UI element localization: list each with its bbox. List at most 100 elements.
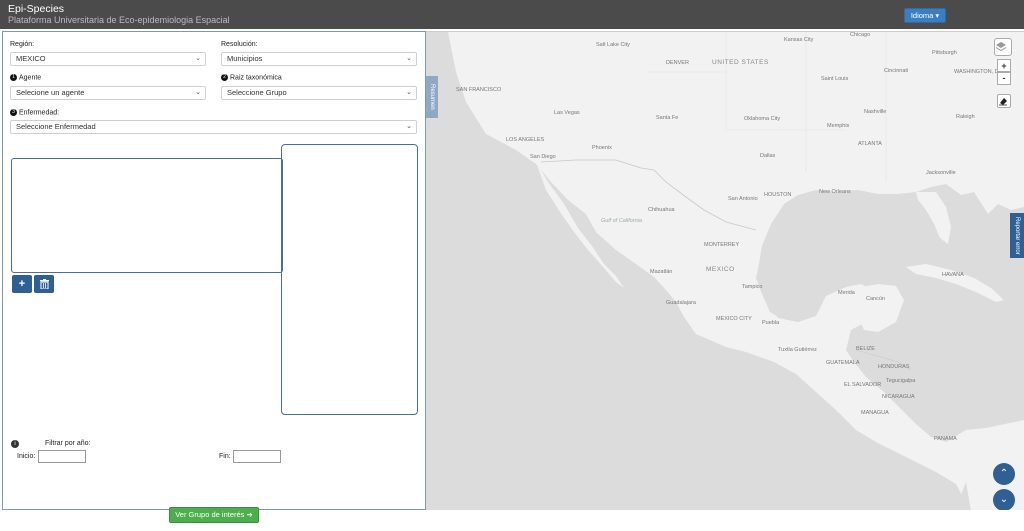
- region-label: Región:: [10, 41, 35, 48]
- zoom-out-button[interactable]: -: [997, 72, 1011, 85]
- map-label-atlanta: ATLANTA: [858, 141, 882, 147]
- map-label-mexico-city: MEXICO CITY: [716, 316, 752, 322]
- scroll-up-button[interactable]: ⌃: [993, 463, 1015, 485]
- map-label-tuxtla: Tuxtla Gutiérrez: [778, 347, 817, 353]
- taxon-label-text: Raiz taxonómica: [230, 74, 282, 82]
- map-label-monterrey: MONTERREY: [704, 242, 740, 248]
- taxon-label: 2 Raiz taxonómica: [221, 74, 282, 81]
- disease-label: 3 Enfermedad:: [10, 109, 59, 116]
- map-label-san-diego: San Diego: [530, 154, 556, 160]
- clear-selection-button[interactable]: [997, 94, 1011, 108]
- region-select[interactable]: MEXICO ⌄: [10, 52, 206, 66]
- view-group-button[interactable]: Ver Grupo de interés ➔: [169, 507, 259, 523]
- step-number-badge: 1: [10, 74, 17, 81]
- map-label-nashville: Nashville: [864, 109, 887, 115]
- trash-icon: [39, 279, 49, 290]
- chevron-down-icon: ⌄: [406, 123, 412, 130]
- map-label-merida: Merida: [838, 290, 855, 296]
- map-label-washington: WASHINGTON, DC: [954, 69, 1003, 75]
- end-year-input[interactable]: [233, 450, 281, 463]
- map-label-guadalajara: Guadalajara: [666, 300, 696, 306]
- map-label-united-states: UNITED STATES: [712, 59, 769, 66]
- step-number-badge: 3: [10, 109, 17, 116]
- report-error-tab[interactable]: Reportar error: [1010, 213, 1024, 258]
- map-label-tegucigalpa: Tegucigalpa: [886, 378, 916, 384]
- summary-side-tab[interactable]: Resumen: [426, 76, 438, 118]
- map-label-dallas: Dallas: [760, 153, 776, 159]
- agent-label-text: Agente: [19, 74, 42, 82]
- plus-icon: +: [18, 278, 26, 290]
- region-value: MEXICO: [16, 54, 46, 63]
- map-label-havana: HAVANA: [942, 272, 964, 278]
- agent-value: Selecione un agente: [16, 88, 85, 97]
- chevron-down-icon: ⌄: [195, 89, 201, 96]
- resolution-label: Resolución:: [221, 41, 258, 48]
- map-label-phoenix: Phoenix: [592, 145, 612, 151]
- taxonomy-tree-box[interactable]: [11, 158, 283, 273]
- chevron-down-icon: ⌄: [406, 89, 412, 96]
- start-year-label: Inicio:: [17, 453, 36, 460]
- map-label-chihuahua: Chihuahua: [648, 207, 675, 213]
- map-label-denver: DENVER: [666, 60, 689, 66]
- layers-button[interactable]: [994, 38, 1012, 56]
- map-label-saint-louis: Saint Louis: [821, 76, 849, 82]
- disease-value: Seleccione Enfermedad: [16, 122, 96, 131]
- map-label-houston: HOUSTON: [764, 192, 792, 198]
- map-label-panama: PANAMA: [934, 436, 957, 442]
- step-number-badge: 2: [221, 74, 228, 81]
- cuba: [906, 264, 1004, 302]
- selected-groups-list[interactable]: [281, 144, 418, 415]
- app-subtitle: Plataforma Universitaria de Eco-epidemio…: [8, 15, 230, 25]
- taxon-select[interactable]: Seleccione Grupo ⌄: [221, 86, 417, 100]
- end-year-label: Fin:: [219, 453, 231, 460]
- map-label-san-francisco: SAN FRANCISCO: [456, 87, 502, 93]
- chevron-up-icon: ⌃: [999, 468, 1009, 479]
- resolution-value: Municipios: [227, 54, 263, 63]
- taxon-value: Seleccione Grupo: [227, 88, 287, 97]
- map-label-guatemala: GUATEMALA: [826, 360, 860, 366]
- map-label-santa-fe: Santa Fe: [656, 115, 679, 121]
- agent-label: 1 Agente: [10, 74, 41, 81]
- eraser-icon: [999, 98, 1007, 106]
- delete-button[interactable]: [34, 275, 54, 293]
- map-label-salt-lake: Salt Lake City: [596, 42, 630, 48]
- app-title: Epi-Species: [8, 3, 65, 15]
- map-label-pittsburgh: Pittsburgh: [932, 50, 957, 56]
- map-label-oklahoma: Oklahoma City: [744, 116, 781, 122]
- layers-icon: [995, 42, 1007, 52]
- agent-select[interactable]: Selecione un agente ⌄: [10, 86, 206, 100]
- map-label-raleigh: Raleigh: [956, 114, 975, 120]
- map-label-kansas: Kansas City: [784, 37, 814, 43]
- caribbean-sea: [904, 330, 1024, 437]
- chevron-down-icon: ⌄: [999, 494, 1009, 505]
- map-label-las-vegas: Las Vegas: [554, 110, 580, 116]
- start-year-input[interactable]: [38, 450, 86, 463]
- chevron-down-icon: ⌄: [406, 55, 412, 62]
- top-navbar: Epi-Species Plataforma Universitaria de …: [0, 0, 1024, 29]
- language-dropdown-button[interactable]: Idioma ▾: [904, 8, 946, 23]
- map-label-gulf-of-california: Gulf of California: [601, 218, 642, 224]
- map-label-cincinnati: Cincinnati: [884, 68, 909, 74]
- resolution-select[interactable]: Municipios ⌄: [221, 52, 417, 66]
- info-icon[interactable]: i: [11, 440, 19, 448]
- map-label-puebla: Puebla: [762, 320, 780, 326]
- year-filter-label: Filtrar por año:: [45, 440, 91, 447]
- map-label-tampico: Tampico: [742, 284, 763, 290]
- map-label-nicaragua: NICARAGUA: [882, 394, 915, 400]
- add-button[interactable]: +: [12, 275, 32, 293]
- map-label-belize: BELIZE: [856, 346, 875, 352]
- map-label-jacksonville: Jacksonville: [926, 170, 956, 176]
- map-label-san-antonio: San Antonio: [728, 196, 758, 202]
- map-label-chicago: Chicago: [850, 32, 871, 38]
- map-label-el-salvador: EL SALVADOR: [844, 382, 882, 388]
- map-label-memphis: Memphis: [827, 123, 850, 129]
- map-label-los-angeles: LOS ANGELES: [506, 137, 545, 143]
- map-view[interactable]: UNITED STATES MEXICO DENVER ATLANTA HOUS…: [426, 31, 1024, 510]
- zoom-in-button[interactable]: +: [997, 59, 1011, 72]
- map-label-new-orleans: New Orleans: [819, 189, 851, 195]
- scroll-down-button[interactable]: ⌄: [993, 489, 1015, 510]
- chevron-down-icon: ⌄: [195, 55, 201, 62]
- disease-select[interactable]: Seleccione Enfermedad ⌄: [10, 120, 417, 134]
- yucatan: [856, 284, 904, 332]
- map-label-mexico: MEXICO: [706, 266, 735, 273]
